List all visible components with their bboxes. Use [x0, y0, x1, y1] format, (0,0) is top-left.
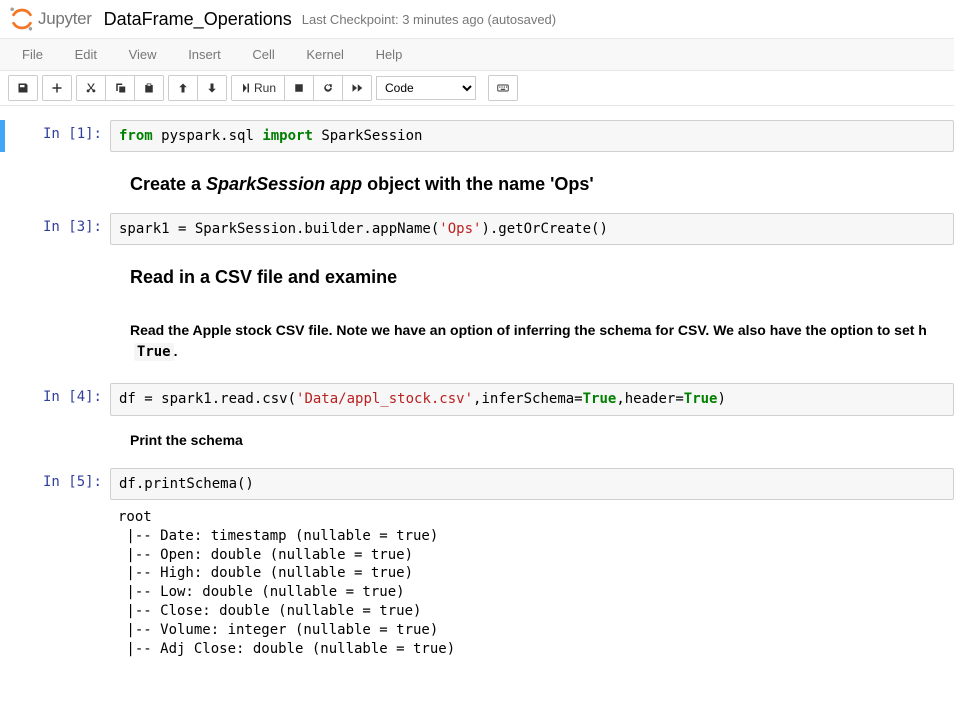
menu-help[interactable]: Help [362, 39, 417, 70]
cut-icon [85, 82, 97, 94]
cut-button[interactable] [77, 76, 106, 100]
restart-button[interactable] [314, 76, 343, 100]
menu-kernel[interactable]: Kernel [292, 39, 358, 70]
save-icon [17, 82, 29, 94]
subtext-read-csv: Read the Apple stock CSV file. Note we h… [130, 320, 946, 363]
menu-edit[interactable]: Edit [61, 39, 111, 70]
notebook-title[interactable]: DataFrame_Operations [104, 9, 292, 30]
command-palette-button[interactable] [489, 76, 517, 100]
plus-icon [51, 82, 63, 94]
menubar: File Edit View Insert Cell Kernel Help [0, 39, 954, 71]
code-cell-5[interactable]: In [5]: df.printSchema() [0, 468, 954, 500]
fast-forward-icon [351, 82, 363, 94]
prompt-empty: . [10, 306, 110, 381]
jupyter-logo-icon [8, 5, 36, 33]
menu-view[interactable]: View [115, 39, 171, 70]
arrow-down-icon [206, 82, 218, 94]
notebook: In [1]: from pyspark.sql import SparkSes… [0, 106, 954, 679]
logo[interactable]: Jupyter [8, 5, 92, 33]
prompt: In [1]: [10, 120, 110, 152]
run-icon [240, 82, 252, 94]
code-input[interactable]: from pyspark.sql import SparkSession [110, 120, 954, 152]
keyboard-icon [497, 82, 509, 94]
copy-icon [114, 82, 126, 94]
save-button[interactable] [9, 76, 37, 100]
prompt-empty: . [10, 154, 110, 211]
prompt: In [3]: [10, 213, 110, 245]
markdown-cell-3[interactable]: . Read the Apple stock CSV file. Note we… [0, 306, 954, 381]
paste-button[interactable] [135, 76, 163, 100]
code-cell-4[interactable]: In [4]: df = spark1.read.csv('Data/appl_… [0, 383, 954, 415]
run-label: Run [254, 81, 276, 95]
header: Jupyter DataFrame_Operations Last Checkp… [0, 0, 954, 39]
stop-icon [293, 82, 305, 94]
prompt-empty: . [10, 247, 110, 304]
code-cell-3[interactable]: In [3]: spark1 = SparkSession.builder.ap… [0, 213, 954, 245]
markdown-cell-1[interactable]: . Create a SparkSession app object with … [0, 154, 954, 211]
code-input[interactable]: df.printSchema() [110, 468, 954, 500]
add-cell-button[interactable] [43, 76, 71, 100]
arrow-up-icon [177, 82, 189, 94]
code-input[interactable]: spark1 = SparkSession.builder.appName('O… [110, 213, 954, 245]
restart-icon [322, 82, 334, 94]
heading-create-sparksession: Create a SparkSession app object with th… [130, 174, 946, 195]
logo-text: Jupyter [38, 9, 92, 29]
prompt: In [5]: [10, 468, 110, 500]
prompt-empty: . [10, 418, 110, 466]
celltype-select[interactable]: Code [376, 76, 476, 100]
code-input[interactable]: df = spark1.read.csv('Data/appl_stock.cs… [110, 383, 954, 415]
move-up-button[interactable] [169, 76, 198, 100]
toolbar: Run Code [0, 71, 954, 106]
paste-icon [143, 82, 155, 94]
markdown-cell-2[interactable]: . Read in a CSV file and examine [0, 247, 954, 304]
heading-print-schema: Print the schema [130, 432, 946, 448]
prompt: In [4]: [10, 383, 110, 415]
checkpoint-text: Last Checkpoint: 3 minutes ago (autosave… [302, 12, 556, 27]
run-button[interactable]: Run [232, 76, 285, 100]
menu-file[interactable]: File [8, 39, 57, 70]
prompt-empty: . [10, 502, 110, 665]
output-cell-5: . root |-- Date: timestamp (nullable = t… [0, 502, 954, 665]
stop-button[interactable] [285, 76, 314, 100]
menu-insert[interactable]: Insert [174, 39, 235, 70]
heading-read-csv: Read in a CSV file and examine [130, 267, 946, 288]
output-text: root |-- Date: timestamp (nullable = tru… [110, 502, 954, 665]
markdown-cell-4[interactable]: . Print the schema [0, 418, 954, 466]
move-down-button[interactable] [198, 76, 226, 100]
menu-cell[interactable]: Cell [238, 39, 288, 70]
code-cell-1[interactable]: In [1]: from pyspark.sql import SparkSes… [0, 120, 954, 152]
restart-run-button[interactable] [343, 76, 371, 100]
copy-button[interactable] [106, 76, 135, 100]
